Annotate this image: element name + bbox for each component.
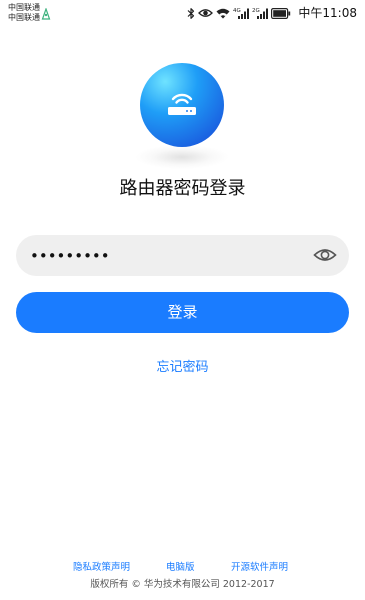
carrier-name-1: 中国联通	[8, 3, 40, 12]
carrier-name-2: 中国联通	[8, 13, 40, 22]
copyright-text: 版权所有 © 华为技术有限公司 2012-2017	[90, 579, 275, 590]
password-input[interactable]	[30, 235, 300, 276]
page-title: 路由器密码登录	[119, 178, 246, 199]
battery-icon	[271, 7, 291, 19]
router-icon	[140, 63, 224, 147]
assistant-icon	[41, 6, 51, 25]
status-icons: 4G 2G 中午11:08	[187, 5, 357, 21]
footer-links: 隐私政策声明 电脑版 开源软件声明	[0, 561, 365, 575]
network-type-label-1: 4G	[233, 8, 241, 14]
eye-comfort-icon	[198, 8, 214, 18]
carrier-info: 中国联通 中国联通	[8, 3, 40, 23]
network-type-label-2: 2G	[252, 8, 260, 14]
signal-icon-2: 2G	[252, 7, 269, 20]
forgot-password-link[interactable]: 忘记密码	[0, 359, 365, 377]
status-time: 中午11:08	[298, 6, 357, 20]
show-password-eye-icon[interactable]	[313, 246, 337, 264]
login-button[interactable]: 登录	[16, 292, 349, 333]
privacy-policy-link[interactable]: 隐私政策声明	[73, 561, 130, 575]
router-logo	[138, 61, 226, 149]
password-field[interactable]	[16, 235, 349, 276]
status-bar: 中国联通 中国联通 4G 2G 中午11:08	[0, 0, 365, 26]
bluetooth-icon	[187, 7, 195, 20]
signal-icon-1: 4G	[233, 7, 250, 20]
pc-version-link[interactable]: 电脑版	[166, 561, 195, 575]
open-source-notice-link[interactable]: 开源软件声明	[231, 561, 288, 575]
wifi-icon	[216, 8, 230, 19]
